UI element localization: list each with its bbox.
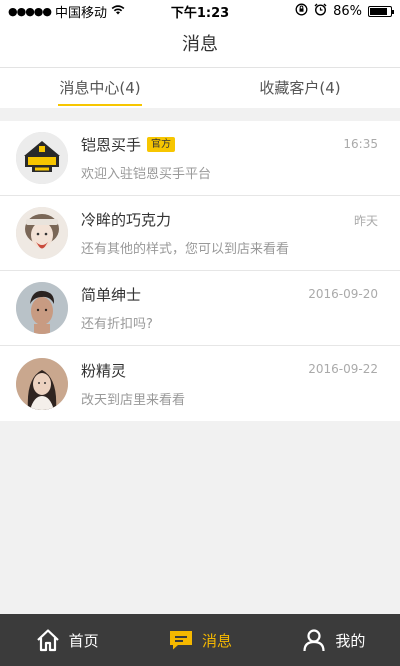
- message-time: 2016-09-22: [308, 362, 378, 376]
- tab-message-center[interactable]: 消息中心(4): [0, 68, 200, 108]
- tab-bar: 消息中心(4) 收藏客户(4): [0, 68, 400, 108]
- carrier-label: 中国移动: [55, 5, 108, 21]
- nav-profile-label: 我的: [335, 631, 366, 650]
- list-item[interactable]: 冷眸的巧克力 还有其他的样式，您可以到店来看看 昨天: [0, 196, 400, 271]
- list-item[interactable]: 铠恩买手 官方 欢迎入驻铠恩买手平台 16:35: [0, 121, 400, 196]
- nav-bar: 消息: [0, 22, 400, 68]
- battery-percent: 86%: [333, 3, 362, 19]
- message-preview: 还有其他的样式，您可以到店来看看: [81, 242, 290, 257]
- contact-name: 粉精灵: [81, 361, 127, 380]
- nav-profile[interactable]: 我的: [267, 614, 400, 666]
- user-icon: [301, 627, 327, 653]
- user-avatar: [16, 207, 68, 259]
- nav-home-label: 首页: [68, 631, 99, 650]
- list-item[interactable]: 粉精灵 改天到店里来看看 2016-09-22: [0, 346, 400, 421]
- status-bar: ●●●●● 中国移动 下午1:23 86%: [0, 0, 400, 22]
- home-icon: [35, 627, 61, 653]
- brand-logo: [16, 132, 68, 184]
- alarm-icon: [314, 3, 327, 20]
- nav-messages[interactable]: 消息: [133, 614, 266, 666]
- message-list: 铠恩买手 官方 欢迎入驻铠恩买手平台 16:35 冷眸的巧克力 还有其他的样式，…: [0, 121, 400, 421]
- message-time: 16:35: [343, 137, 378, 151]
- rotation-lock-icon: [295, 3, 308, 20]
- contact-name: 冷眸的巧克力: [81, 211, 172, 229]
- battery-icon: [368, 5, 394, 17]
- message-preview: 还有折扣吗?: [81, 317, 153, 332]
- contact-name: 铠恩买手: [81, 136, 142, 154]
- message-time: 2016-09-20: [308, 287, 378, 301]
- bottom-nav: 首页 消息 我的: [0, 614, 400, 666]
- page-title: 消息: [182, 34, 218, 55]
- user-avatar: [16, 357, 68, 410]
- message-icon: [168, 627, 194, 653]
- contact-name: 简单绅士: [81, 286, 142, 304]
- official-badge: 官方: [147, 137, 176, 152]
- message-preview: 欢迎入驻铠恩买手平台: [81, 167, 212, 182]
- wifi-icon: [111, 4, 125, 19]
- message-preview: 改天到店里来看看: [81, 392, 186, 408]
- list-item[interactable]: 简单绅士 还有折扣吗? 2016-09-20: [0, 271, 400, 346]
- nav-messages-label: 消息: [201, 631, 232, 650]
- message-time: 昨天: [353, 214, 378, 228]
- nav-home[interactable]: 首页: [0, 614, 133, 666]
- tab-saved-customers[interactable]: 收藏客户(4): [200, 68, 400, 108]
- signal-strength-icon: ●●●●●: [8, 4, 52, 18]
- user-avatar: [16, 282, 68, 334]
